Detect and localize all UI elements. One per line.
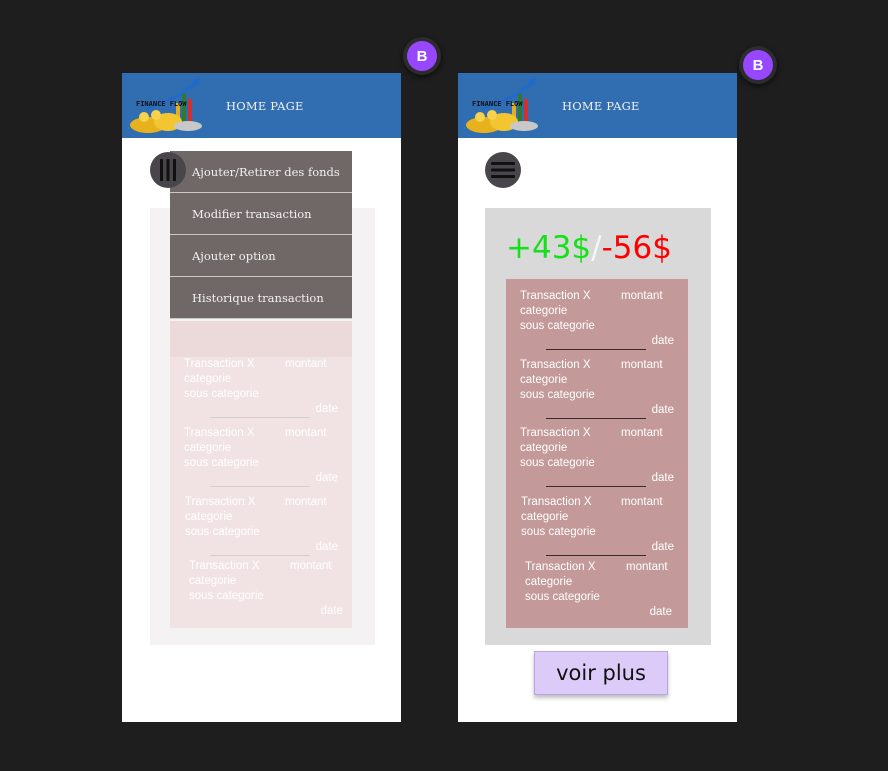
page-title: HOME PAGE (226, 99, 304, 113)
menu-item-edit-transaction[interactable]: Modifier transaction (170, 193, 352, 235)
menu-button[interactable] (485, 152, 521, 188)
dropdown-menu: Ajouter/Retirer des fonds Modifier trans… (170, 151, 352, 319)
menu-item-add-remove-funds[interactable]: Ajouter/Retirer des fonds (170, 151, 352, 193)
avatar-initial: B (407, 41, 437, 71)
transaction-list: Transaction X montant categorie sous cat… (170, 321, 352, 628)
divider (210, 417, 310, 418)
transaction-subcategory: sous categorie (189, 590, 264, 602)
mobile-frame-home: FINANCE FLOW HOME PAGE +43$/-56$ Transac… (458, 73, 737, 722)
transaction-category: categorie (184, 373, 232, 385)
menu-item-add-option[interactable]: Ajouter option (170, 235, 352, 277)
list-item[interactable]: Transaction X montant categorie sous cat… (170, 495, 352, 563)
svg-text:FINANCE FLOW: FINANCE FLOW (472, 100, 523, 108)
transaction-category: categorie (521, 511, 569, 523)
transaction-subcategory: sous categorie (520, 389, 595, 401)
divider (210, 555, 310, 556)
expense-total: -56$ (601, 230, 672, 266)
finance-flow-logo[interactable]: FINANCE FLOW (126, 75, 208, 135)
transaction-name: Transaction X (184, 358, 255, 370)
transaction-subcategory: sous categorie (521, 526, 596, 538)
transaction-category: categorie (520, 442, 568, 454)
transaction-amount: montant (621, 427, 663, 439)
transaction-name: Transaction X (189, 560, 260, 572)
transaction-subcategory: sous categorie (184, 457, 259, 469)
transaction-subcategory: sous categorie (520, 320, 595, 332)
balance-summary: +43$/-56$ (506, 230, 672, 266)
transaction-subcategory: sous categorie (185, 526, 260, 538)
balance-separator: / (591, 230, 602, 266)
transaction-subcategory: sous categorie (184, 388, 259, 400)
transaction-subcategory: sous categorie (520, 457, 595, 469)
transaction-date: date (651, 472, 674, 484)
transaction-amount: montant (290, 560, 332, 572)
transaction-category: categorie (189, 575, 237, 587)
income-total: +43$ (506, 230, 592, 266)
menu-item-transaction-history[interactable]: Historique transaction (170, 277, 352, 319)
list-item[interactable]: Transaction X montant categorie sous cat… (506, 426, 688, 494)
transaction-date: date (651, 541, 674, 553)
transaction-category: categorie (184, 442, 232, 454)
finance-flow-logo[interactable]: FINANCE FLOW (462, 75, 544, 135)
transaction-date: date (649, 606, 672, 618)
transaction-name: Transaction X (521, 496, 592, 508)
hamburger-icon (491, 162, 515, 178)
transaction-amount: montant (621, 290, 663, 302)
transaction-category: categorie (525, 576, 573, 588)
transaction-date: date (315, 472, 338, 484)
transaction-subcategory: sous categorie (525, 591, 600, 603)
list-item[interactable]: Transaction X montant categorie sous cat… (506, 560, 688, 628)
app-header: FINANCE FLOW HOME PAGE (458, 73, 737, 138)
see-more-button[interactable]: voir plus (534, 651, 668, 695)
list-item[interactable]: Transaction X montant categorie sous cat… (170, 426, 352, 494)
list-header-strip (170, 321, 352, 357)
transaction-list: Transaction X montant categorie sous cat… (506, 279, 688, 628)
svg-text:FINANCE FLOW: FINANCE FLOW (136, 100, 187, 108)
transaction-name: Transaction X (520, 427, 591, 439)
avatar-initial: B (743, 50, 773, 80)
user-avatar[interactable]: B (739, 46, 777, 84)
transaction-date: date (651, 404, 674, 416)
transaction-name: Transaction X (184, 427, 255, 439)
user-avatar[interactable]: B (403, 37, 441, 75)
transaction-category: categorie (185, 511, 233, 523)
transaction-date: date (315, 403, 338, 415)
divider (546, 486, 646, 487)
transaction-date: date (320, 605, 343, 617)
transaction-amount: montant (285, 358, 327, 370)
transaction-name: Transaction X (525, 561, 596, 573)
transaction-amount: montant (626, 561, 668, 573)
transaction-amount: montant (285, 496, 327, 508)
list-item[interactable]: Transaction X montant categorie sous cat… (506, 495, 688, 563)
mobile-frame-menu-open: FINANCE FLOW HOME PAGE Transaction X mon… (122, 73, 401, 722)
transaction-amount: montant (285, 427, 327, 439)
transaction-date: date (315, 541, 338, 553)
transaction-name: Transaction X (185, 496, 256, 508)
transaction-category: categorie (520, 305, 568, 317)
divider (546, 555, 646, 556)
divider (210, 486, 310, 487)
transaction-category: categorie (520, 374, 568, 386)
transaction-date: date (651, 335, 674, 347)
page-title: HOME PAGE (562, 99, 640, 113)
list-item[interactable]: Transaction X montant categorie sous cat… (506, 358, 688, 426)
divider (546, 349, 646, 350)
menu-button[interactable] (150, 152, 186, 188)
list-item[interactable]: Transaction X montant categorie sous cat… (170, 559, 352, 627)
list-item[interactable]: Transaction X montant categorie sous cat… (170, 357, 352, 425)
transaction-name: Transaction X (520, 359, 591, 371)
app-header: FINANCE FLOW HOME PAGE (122, 73, 401, 138)
transaction-name: Transaction X (520, 290, 591, 302)
divider (546, 418, 646, 419)
list-item[interactable]: Transaction X montant categorie sous cat… (506, 289, 688, 357)
transaction-amount: montant (621, 359, 663, 371)
menu-open-icon (160, 159, 176, 181)
transaction-amount: montant (621, 496, 663, 508)
